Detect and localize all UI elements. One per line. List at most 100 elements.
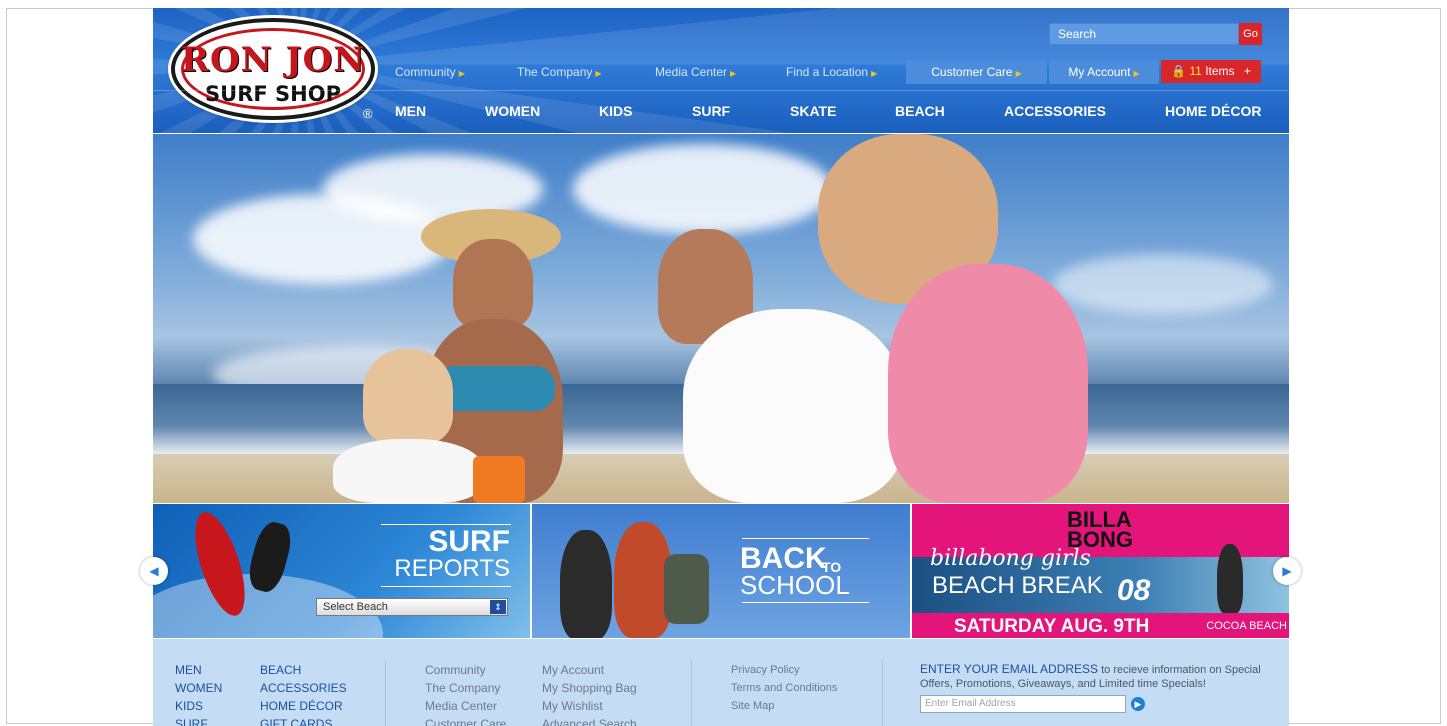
top-nav-label: Media Center <box>655 65 728 79</box>
orange-bucket <box>473 456 525 503</box>
swimsuit-top <box>435 366 555 411</box>
main-nav-beach[interactable]: BEACH <box>895 103 945 119</box>
divider-line <box>742 602 869 603</box>
cloud <box>573 144 833 234</box>
backpack-image <box>664 554 709 624</box>
top-nav-label: Customer Care <box>931 65 1013 79</box>
footer-divider <box>385 659 386 726</box>
main-nav-kids[interactable]: KIDS <box>599 103 632 119</box>
boy-shirt <box>333 439 483 503</box>
promo-strip: SURF REPORTS Select Beach ⇕ BACK TO SCHO… <box>153 504 1289 638</box>
reports-title: REPORTS <box>394 555 510 582</box>
girl-swimsuit <box>888 264 1088 503</box>
top-nav-label: Find a Location <box>786 65 869 79</box>
email-signup-text: ENTER YOUR EMAIL ADDRESS to recieve info… <box>920 662 1270 691</box>
select-beach-dropdown[interactable]: Select Beach ⇕ <box>316 598 508 616</box>
school-title: SCHOOL <box>740 570 850 600</box>
main-nav: MEN WOMEN KIDS SURF SKATE BEACH ACCESSOR… <box>153 103 1289 123</box>
footer-link-wishlist[interactable]: My Wishlist <box>542 697 637 715</box>
back-to-school-promo[interactable]: BACK TO SCHOOL <box>532 504 910 638</box>
boy-head <box>363 349 453 444</box>
footer-link-shopping-bag[interactable]: My Shopping Bag <box>542 679 637 697</box>
arrow-right-icon: ▶ <box>730 69 737 78</box>
location-text: COCOA BEACH <box>1206 620 1287 632</box>
search-go-button[interactable]: Go <box>1239 23 1262 45</box>
footer-link-media[interactable]: Media Center <box>425 697 506 715</box>
surf-reports-promo[interactable]: SURF REPORTS Select Beach ⇕ <box>153 504 530 638</box>
email-heading: ENTER YOUR EMAIL ADDRESS <box>920 662 1099 676</box>
top-nav-label: The Company <box>517 65 593 79</box>
footer-col-1: MEN WOMEN KIDS SURF <box>175 661 222 726</box>
top-nav-label: My Account <box>1068 65 1131 79</box>
carousel-prev-icon[interactable]: ◀ <box>140 557 168 585</box>
surfer-girl-image <box>1217 544 1243 614</box>
footer-link-advanced-search[interactable]: Advanced Search <box>542 715 637 726</box>
footer-divider <box>882 659 883 726</box>
footer-link-men[interactable]: MEN <box>175 661 222 679</box>
footer-link-my-account[interactable]: My Account <box>542 661 637 679</box>
surf-title: SURF <box>428 525 510 558</box>
main-nav-men[interactable]: MEN <box>395 103 426 119</box>
hero-banner[interactable] <box>153 134 1289 503</box>
footer-col-3: Community The Company Media Center Custo… <box>425 661 506 726</box>
footer-link-home-decor[interactable]: HOME DÉCOR <box>260 697 347 715</box>
footer-col-5: Privacy Policy Terms and Conditions Site… <box>731 661 837 715</box>
footer-link-beach[interactable]: BEACH <box>260 661 347 679</box>
billabong-girls-text: billabong girls <box>930 546 1091 571</box>
top-nav-label: Community <box>395 65 456 79</box>
site: RON JON SURF SHOP ® Search Go Community ▶… <box>153 8 1289 726</box>
footer-col-2: BEACH ACCESSORIES HOME DÉCOR GIFT CARDS <box>260 661 347 726</box>
cart-plus: + <box>1243 64 1251 78</box>
divider-line <box>381 586 511 587</box>
top-nav-find-location[interactable]: Find a Location ▶ <box>786 60 877 84</box>
footer-col-4: My Account My Shopping Bag My Wishlist A… <box>542 661 637 726</box>
main-nav-women[interactable]: WOMEN <box>485 103 540 119</box>
billabong-promo[interactable]: BILLA BONG billabong girls BEACH BREAK 0… <box>912 504 1289 638</box>
chevron-updown-icon: ⇕ <box>490 600 506 614</box>
footer-link-kids[interactable]: KIDS <box>175 697 222 715</box>
footer-link-community[interactable]: Community <box>425 661 506 679</box>
select-beach-value: Select Beach <box>323 601 388 613</box>
main-nav-surf[interactable]: SURF <box>692 103 730 119</box>
woman-figure <box>453 239 533 329</box>
year-text: 08 <box>1117 574 1151 607</box>
footer-link-terms[interactable]: Terms and Conditions <box>731 679 837 697</box>
footer-link-women[interactable]: WOMEN <box>175 679 222 697</box>
arrow-right-icon: ▶ <box>458 69 465 78</box>
main-nav-home-decor[interactable]: HOME DÉCOR <box>1165 103 1261 119</box>
cart-label: Items <box>1205 64 1235 78</box>
lock-icon: 🔒 <box>1171 64 1187 78</box>
footer-link-accessories[interactable]: ACCESSORIES <box>260 679 347 697</box>
arrow-right-icon: ▶ <box>871 69 878 78</box>
footer-link-privacy[interactable]: Privacy Policy <box>731 661 837 679</box>
top-nav-media-center[interactable]: Media Center ▶ <box>655 60 736 84</box>
date-text: SATURDAY AUG. 9TH <box>954 616 1150 637</box>
divider-line <box>742 538 869 539</box>
cloud <box>1053 254 1273 314</box>
arrow-right-icon: ▶ <box>1133 69 1140 78</box>
footer-link-site-map[interactable]: Site Map <box>731 697 837 715</box>
student-boy-image <box>560 530 612 638</box>
footer-link-company[interactable]: The Company <box>425 679 506 697</box>
arrow-right-icon: ▶ <box>1015 69 1022 78</box>
top-nav-community[interactable]: Community ▶ <box>395 60 465 84</box>
search-input[interactable]: Search <box>1049 23 1239 45</box>
top-nav-company[interactable]: The Company ▶ <box>517 60 602 84</box>
top-nav: Community ▶ The Company ▶ Media Center ▶ Fi… <box>153 60 1289 84</box>
man-shirt <box>683 309 903 503</box>
beach-break-text: BEACH BREAK <box>932 572 1103 599</box>
footer-link-gift-cards[interactable]: GIFT CARDS <box>260 715 347 726</box>
top-nav-customer-care[interactable]: Customer Care ▶ <box>906 60 1047 84</box>
email-input[interactable]: Enter Email Address <box>920 695 1126 713</box>
footer-divider <box>691 659 692 726</box>
footer-link-customer-care[interactable]: Customer Care <box>425 715 506 726</box>
main-nav-accessories[interactable]: ACCESSORIES <box>1004 103 1106 119</box>
arrow-right-circle-icon[interactable]: ▶ <box>1131 697 1145 711</box>
cart-button[interactable]: 🔒 11 Items + <box>1161 60 1261 83</box>
footer: MEN WOMEN KIDS SURF BEACH ACCESSORIES HO… <box>153 639 1289 726</box>
arrow-right-icon: ▶ <box>595 69 602 78</box>
carousel-next-icon[interactable]: ▶ <box>1273 557 1301 585</box>
footer-link-surf[interactable]: SURF <box>175 715 222 726</box>
main-nav-skate[interactable]: SKATE <box>790 103 836 119</box>
top-nav-my-account[interactable]: My Account ▶ <box>1049 60 1159 84</box>
